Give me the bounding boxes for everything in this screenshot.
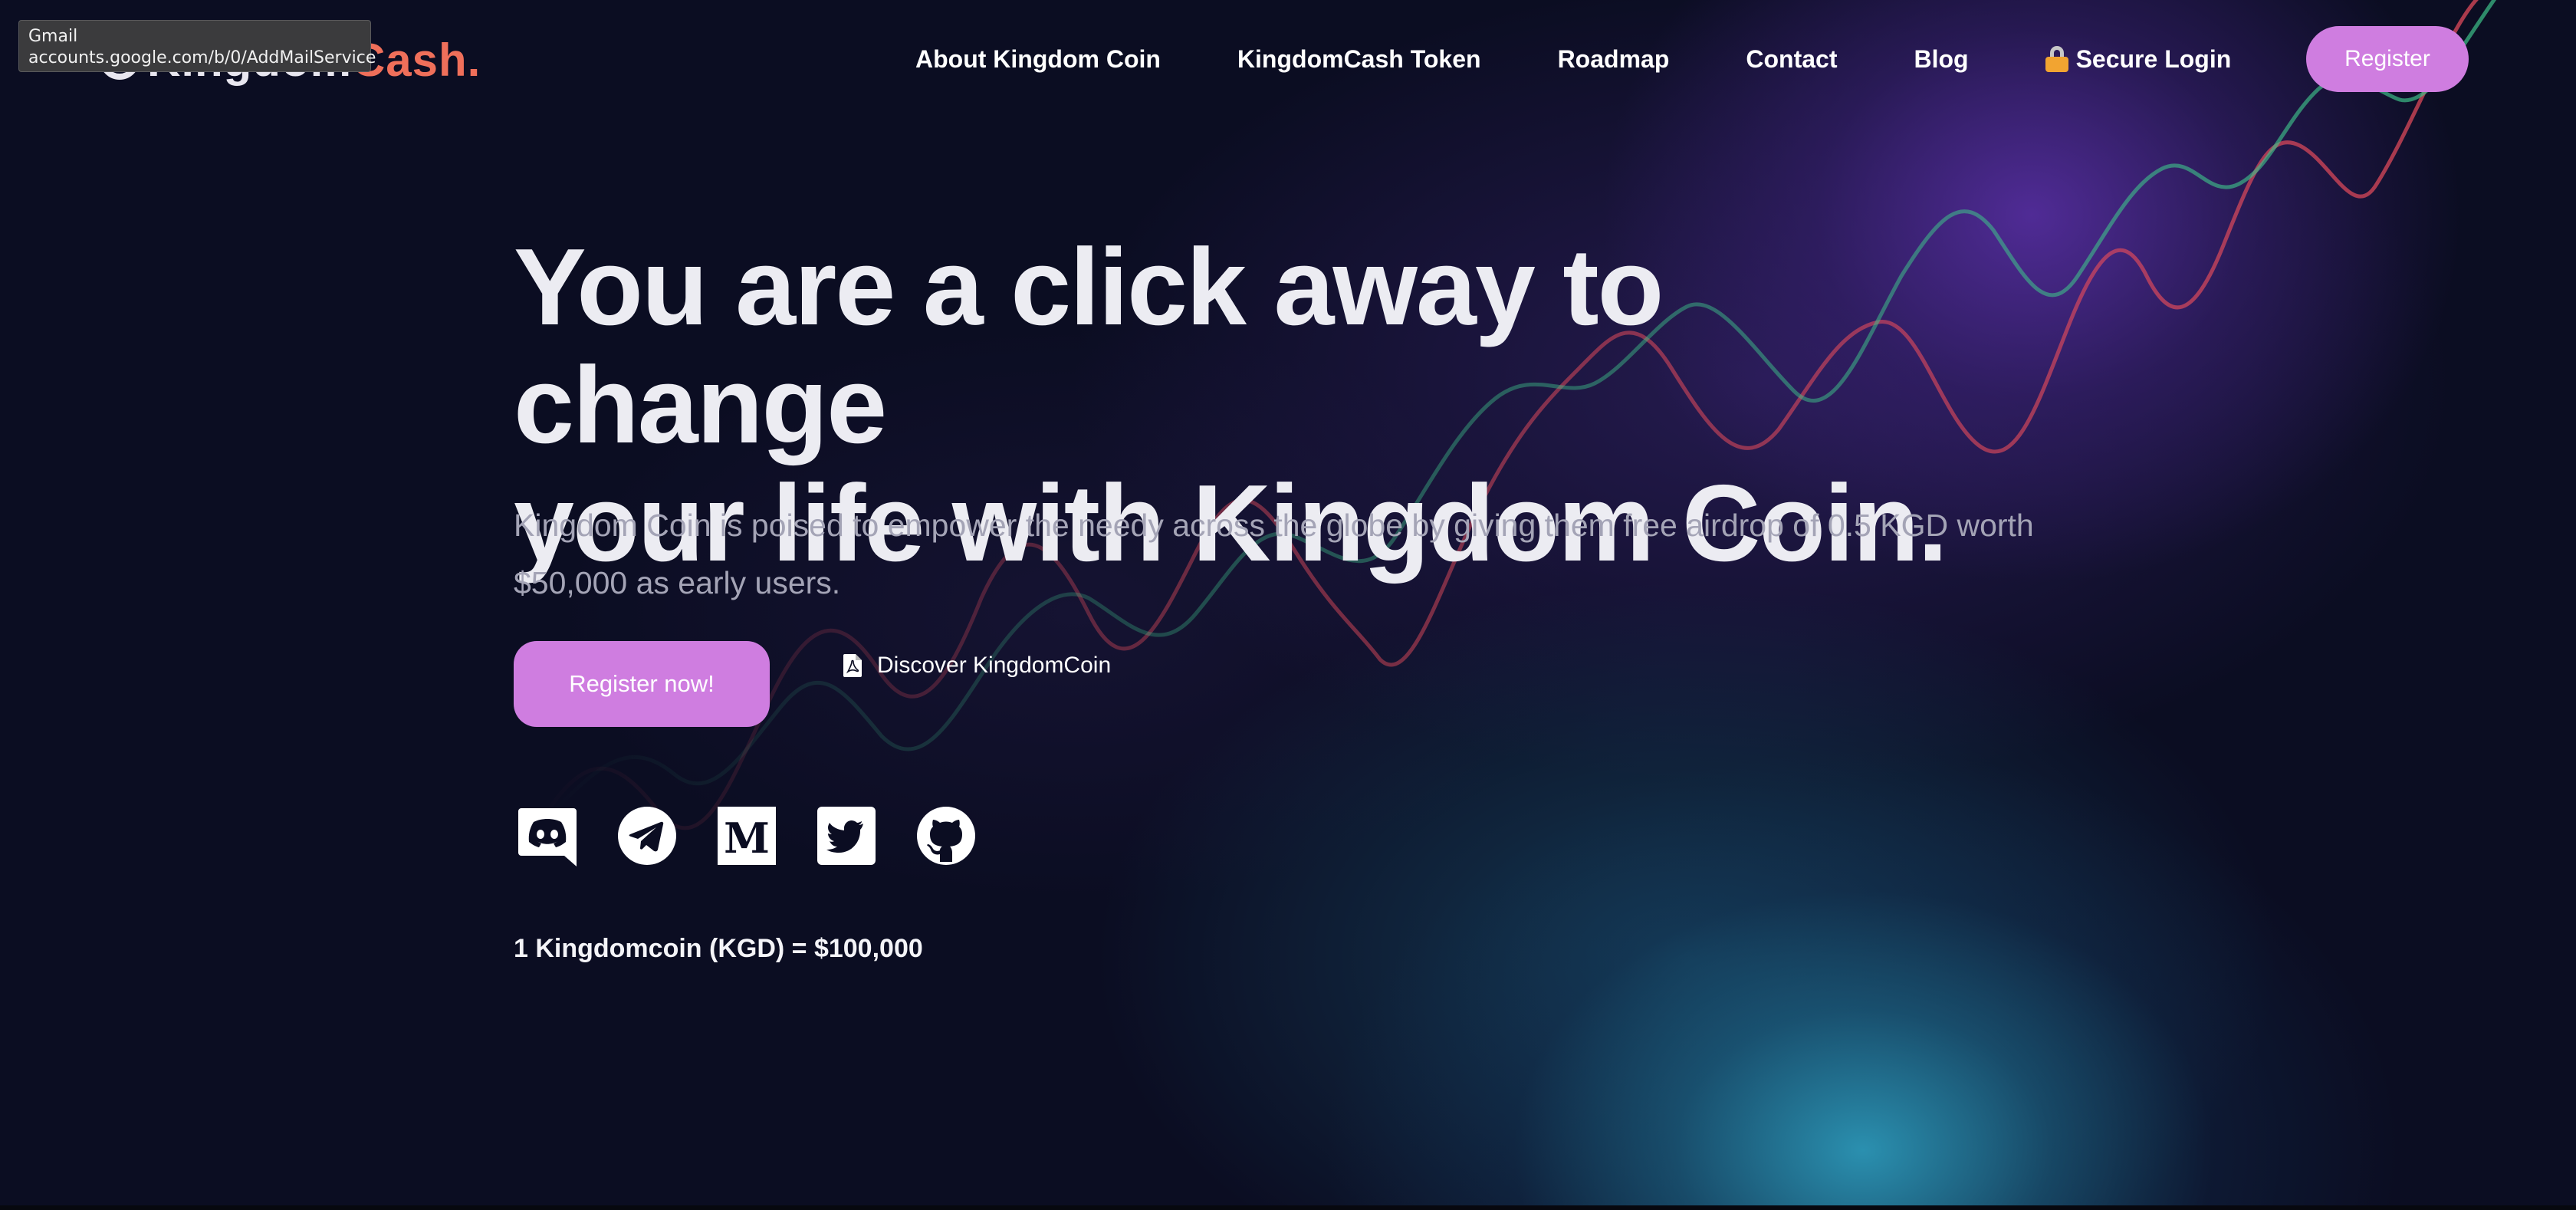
lock-icon — [2045, 46, 2068, 72]
hero-subtitle-line-2: $50,000 as early users. — [514, 565, 841, 600]
nav-about-kingdom-coin[interactable]: About Kingdom Coin — [915, 45, 1161, 74]
bottom-border — [0, 1205, 2576, 1210]
medium-link[interactable]: M — [716, 805, 777, 866]
telegram-icon — [618, 807, 676, 865]
register-button[interactable]: Register — [2306, 26, 2469, 92]
hero-subtitle: Kingdom Coin is poised to empower the ne… — [514, 497, 2085, 612]
nav-label: Secure Login — [2075, 44, 2232, 73]
telegram-link[interactable] — [616, 805, 678, 866]
register-now-button[interactable]: Register now! — [514, 641, 770, 727]
tooltip-url: accounts.google.com/b/0/AddMailService — [28, 48, 376, 67]
twitter-link[interactable] — [816, 805, 877, 866]
kgd-price-text: 1 Kingdomcoin (KGD) = $100,000 — [514, 934, 923, 963]
nav-label: Roadmap — [1557, 44, 1670, 73]
discord-link[interactable] — [517, 805, 578, 866]
nav-roadmap[interactable]: Roadmap — [1558, 45, 1670, 74]
discover-label: Discover KingdomCoin — [877, 653, 1112, 678]
nav-secure-login[interactable]: Secure Login — [2045, 44, 2232, 74]
nav-label: About Kingdom Coin — [915, 44, 1161, 73]
link-tooltip: Gmail accounts.google.com/b/0/AddMailSer… — [18, 20, 376, 72]
discover-kingdomcoin-link[interactable]: Discover KingdomCoin — [843, 650, 1111, 681]
svg-text:M: M — [724, 814, 770, 863]
social-links: M — [517, 805, 977, 866]
main-nav: About Kingdom Coin KingdomCash Token Roa… — [915, 34, 2231, 84]
nav-blog[interactable]: Blog — [1914, 45, 1968, 74]
nav-label: Blog — [1914, 44, 1969, 73]
nav-label: KingdomCash Token — [1237, 44, 1481, 73]
hero-title-line-1: You are a click away to change — [514, 226, 1664, 466]
hero-subtitle-line-1: Kingdom Coin is poised to empower the ne… — [514, 508, 2034, 543]
pdf-file-icon — [843, 654, 862, 677]
nav-kingdomcash-token[interactable]: KingdomCash Token — [1237, 45, 1481, 74]
medium-icon: M — [718, 807, 776, 865]
github-icon — [917, 807, 975, 865]
discord-icon — [518, 808, 577, 866]
nav-contact[interactable]: Contact — [1746, 45, 1837, 74]
github-link[interactable] — [915, 805, 977, 866]
nav-label: Contact — [1746, 44, 1838, 73]
tooltip-title: Gmail — [28, 27, 78, 46]
twitter-icon — [817, 807, 876, 865]
